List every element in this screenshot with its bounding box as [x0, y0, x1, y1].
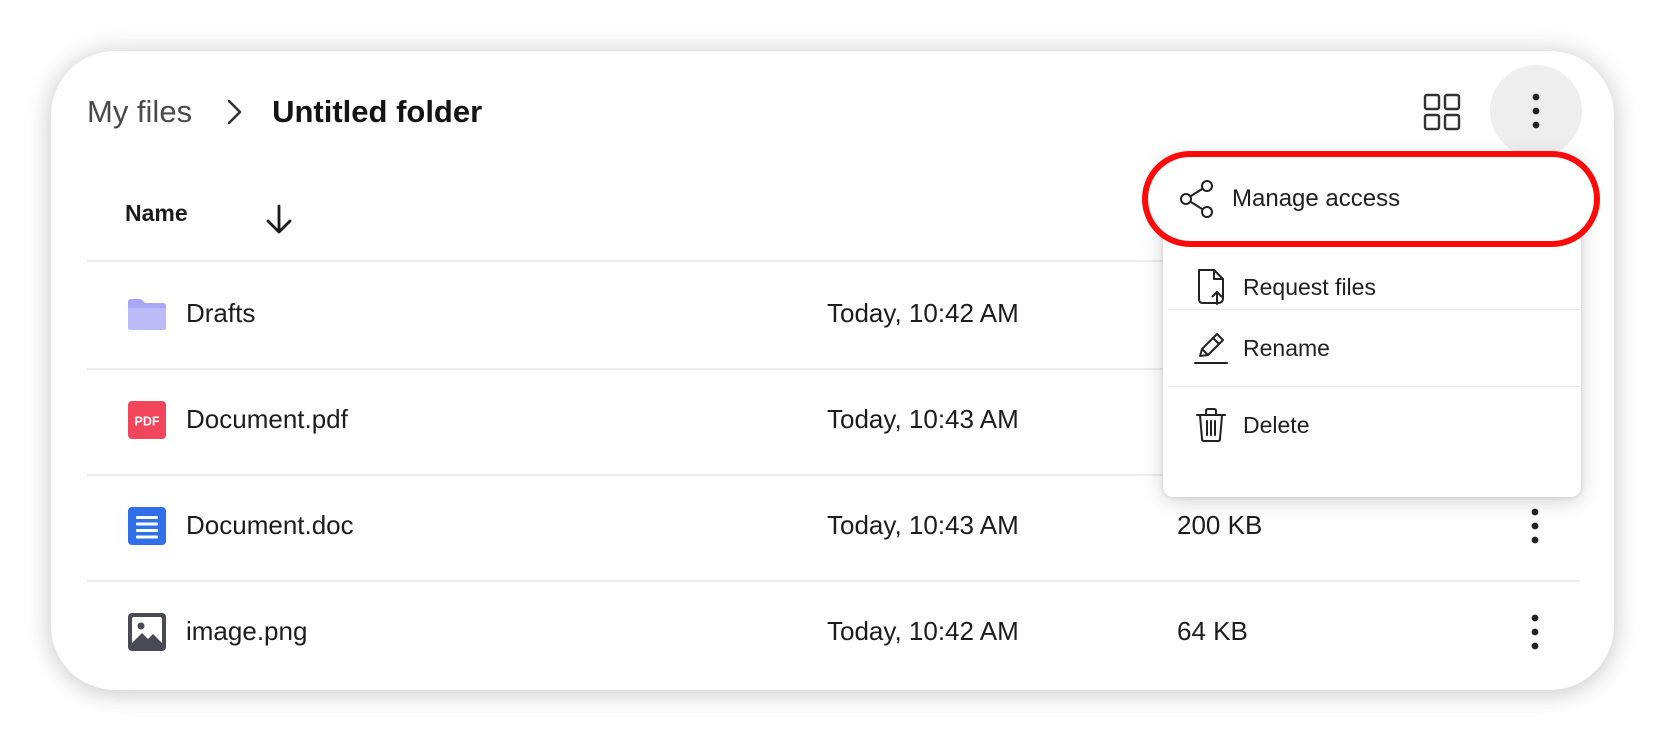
- more-vertical-icon: [1531, 508, 1539, 544]
- menu-item-label: Delete: [1243, 411, 1310, 438]
- file-size: 200 KB: [1177, 510, 1263, 540]
- file-name: image.png: [186, 616, 308, 646]
- image-icon: [127, 612, 167, 652]
- file-modified: Today, 10:42 AM: [827, 616, 1019, 646]
- row-more-options-button[interactable]: [1520, 609, 1550, 655]
- chevron-right-icon: [214, 92, 254, 132]
- grid-icon: [1423, 93, 1461, 131]
- sort-arrow-down-icon[interactable]: [262, 202, 296, 236]
- file-name: Document.doc: [186, 510, 354, 540]
- table-row[interactable]: image.png Today, 10:42 AM 64 KB: [0, 584, 1665, 684]
- folder-icon: [127, 294, 167, 334]
- file-modified: Today, 10:43 AM: [827, 404, 1019, 434]
- pdf-icon: PDF: [127, 400, 167, 440]
- menu-item-label: Rename: [1243, 334, 1330, 361]
- pencil-icon: [1191, 328, 1231, 368]
- request-files-icon: [1191, 267, 1231, 307]
- share-icon: [1176, 177, 1220, 221]
- row-divider: [87, 580, 1580, 582]
- breadcrumb-current-folder: Untitled folder: [272, 94, 483, 129]
- more-vertical-icon: [1531, 93, 1541, 129]
- breadcrumb-my-files[interactable]: My files: [87, 94, 192, 130]
- row-more-options-button[interactable]: [1520, 503, 1550, 549]
- folder-more-options-button[interactable]: [1490, 65, 1582, 157]
- menu-item-label: Manage access: [1232, 185, 1401, 212]
- file-name: Drafts: [186, 298, 256, 328]
- breadcrumb: My files Untitled folder: [87, 92, 482, 132]
- trash-icon: [1191, 405, 1231, 445]
- menu-item-rename[interactable]: Rename: [1163, 310, 1581, 386]
- file-modified: Today, 10:43 AM: [827, 510, 1019, 540]
- file-name: Document.pdf: [186, 404, 348, 434]
- menu-item-manage-access[interactable]: Manage access: [1142, 151, 1600, 247]
- doc-icon: [127, 506, 167, 546]
- grid-view-button[interactable]: [1418, 88, 1466, 136]
- menu-item-label: Request files: [1243, 273, 1376, 300]
- file-size: 64 KB: [1177, 616, 1248, 646]
- more-vertical-icon: [1531, 614, 1539, 650]
- pdf-icon-label: PDF: [135, 415, 160, 429]
- menu-item-delete[interactable]: Delete: [1163, 387, 1581, 463]
- name-column-header[interactable]: Name: [125, 200, 188, 227]
- file-modified: Today, 10:42 AM: [827, 298, 1019, 328]
